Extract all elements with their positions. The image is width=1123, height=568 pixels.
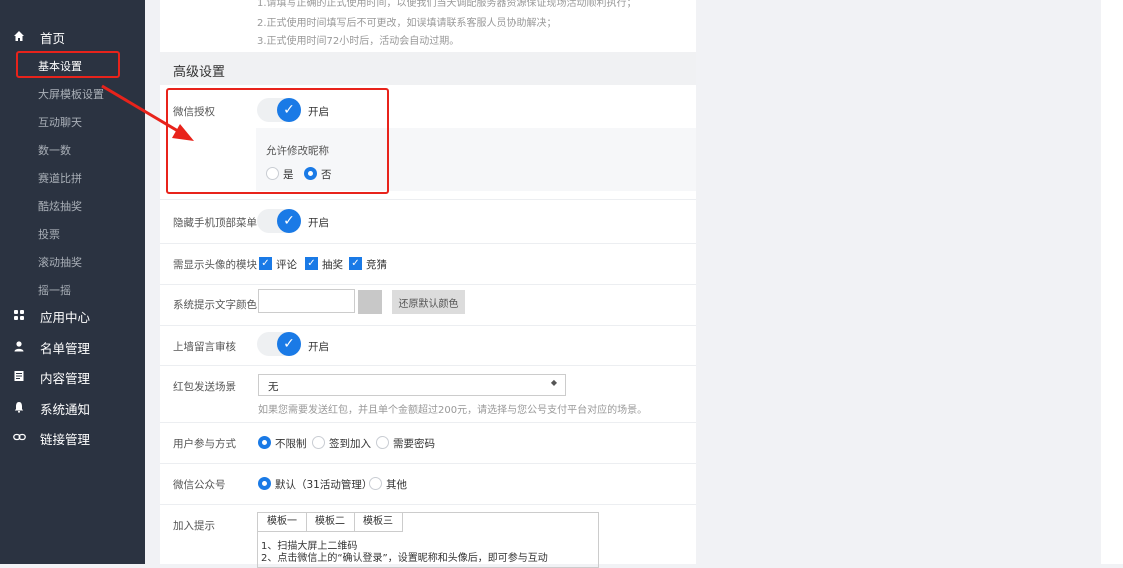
annotation-arrow (101, 84, 194, 141)
